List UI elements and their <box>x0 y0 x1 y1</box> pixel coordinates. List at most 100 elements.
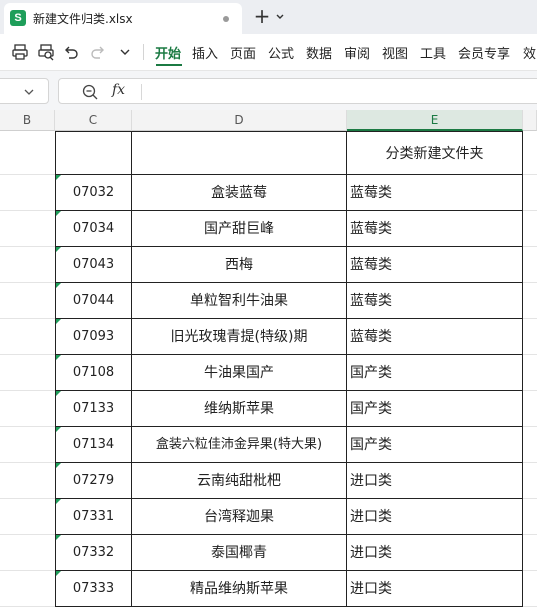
fx-icon[interactable]: fx <box>112 82 125 98</box>
cell-f[interactable] <box>523 427 537 463</box>
cell-f[interactable] <box>523 131 537 175</box>
tab-view[interactable]: 视图 <box>382 43 408 62</box>
cell-name[interactable]: 盒装六粒佳沛金异果(特大果) <box>132 427 347 463</box>
cell-name[interactable]: 维纳斯苹果 <box>132 391 347 427</box>
cell-f[interactable] <box>523 391 537 427</box>
more-chevron-icon[interactable] <box>116 43 134 61</box>
cell-name[interactable]: 泰国椰青 <box>132 535 347 571</box>
cell-b[interactable] <box>0 283 55 319</box>
table-row: 07133 维纳斯苹果 国产类 <box>0 391 537 427</box>
header-cell-category[interactable]: 分类新建文件夹 <box>347 131 523 175</box>
chevron-down-icon[interactable] <box>275 10 285 24</box>
print-preview-icon[interactable] <box>37 43 55 61</box>
tab-review[interactable]: 审阅 <box>344 43 370 62</box>
tab-tools[interactable]: 工具 <box>420 43 446 62</box>
zoom-icon[interactable] <box>81 83 99 101</box>
cell-code[interactable]: 07032 <box>55 175 132 211</box>
cell-b[interactable] <box>0 355 55 391</box>
name-box[interactable] <box>0 78 49 104</box>
cell-f[interactable] <box>523 175 537 211</box>
column-header-e[interactable]: E <box>347 110 523 131</box>
cell-category[interactable]: 进口类 <box>347 571 523 607</box>
cell-name[interactable]: 精品维纳斯苹果 <box>132 571 347 607</box>
cell-code[interactable]: 07043 <box>55 247 132 283</box>
unsaved-dot-icon[interactable] <box>223 16 229 22</box>
cell-code[interactable]: 07133 <box>55 391 132 427</box>
cell-f[interactable] <box>523 355 537 391</box>
header-cell-code[interactable] <box>55 131 132 175</box>
tab-efficiency[interactable]: 效 <box>523 43 536 62</box>
chevron-down-icon[interactable] <box>23 87 35 97</box>
active-tab-indicator <box>156 64 182 66</box>
cell-f[interactable] <box>523 319 537 355</box>
redo-icon[interactable] <box>89 43 107 61</box>
cell-b[interactable] <box>0 131 55 175</box>
column-header-c[interactable]: C <box>55 110 132 131</box>
tab-formula[interactable]: 公式 <box>268 43 294 62</box>
cell-name[interactable]: 云南纯甜枇杷 <box>132 463 347 499</box>
cell-b[interactable] <box>0 391 55 427</box>
cell-code[interactable]: 07279 <box>55 463 132 499</box>
cell-name[interactable]: 国产甜巨峰 <box>132 211 347 247</box>
cell-category[interactable]: 蓝莓类 <box>347 283 523 319</box>
tab-member[interactable]: 会员专享 <box>458 43 510 62</box>
cell-code[interactable]: 07331 <box>55 499 132 535</box>
cell-code[interactable]: 07044 <box>55 283 132 319</box>
cell-category[interactable]: 进口类 <box>347 463 523 499</box>
cell-b[interactable] <box>0 319 55 355</box>
cell-b[interactable] <box>0 571 55 607</box>
cell-category[interactable]: 蓝莓类 <box>347 211 523 247</box>
cell-b[interactable] <box>0 499 55 535</box>
cell-f[interactable] <box>523 247 537 283</box>
tab-start[interactable]: 开始 <box>155 43 181 62</box>
cell-code[interactable]: 07093 <box>55 319 132 355</box>
cell-b[interactable] <box>0 175 55 211</box>
table-row: 07331 台湾释迦果 进口类 <box>0 499 537 535</box>
cell-name[interactable]: 旧光玫瑰青提(特级)期 <box>132 319 347 355</box>
cell-category[interactable]: 进口类 <box>347 499 523 535</box>
header-cell-name[interactable] <box>132 131 347 175</box>
tab-data[interactable]: 数据 <box>306 43 332 62</box>
cell-b[interactable] <box>0 463 55 499</box>
cell-f[interactable] <box>523 463 537 499</box>
code-text: 07032 <box>72 185 115 200</box>
cell-b[interactable] <box>0 211 55 247</box>
cell-category[interactable]: 蓝莓类 <box>347 319 523 355</box>
cell-code[interactable]: 07333 <box>55 571 132 607</box>
cell-name[interactable]: 单粒智利牛油果 <box>132 283 347 319</box>
cell-name[interactable]: 牛油果国产 <box>132 355 347 391</box>
cell-code[interactable]: 07332 <box>55 535 132 571</box>
column-header-d[interactable]: D <box>132 110 347 131</box>
formula-input[interactable]: fx <box>58 78 537 104</box>
cell-category[interactable]: 国产类 <box>347 355 523 391</box>
tab-page[interactable]: 页面 <box>230 43 256 62</box>
print-icon[interactable] <box>11 43 29 61</box>
document-tab[interactable]: S 新建文件归类.xlsx <box>4 3 242 34</box>
cell-name[interactable]: 台湾释迦果 <box>132 499 347 535</box>
cell-category[interactable]: 蓝莓类 <box>347 175 523 211</box>
cell-name[interactable]: 西梅 <box>132 247 347 283</box>
cell-f[interactable] <box>523 499 537 535</box>
undo-icon[interactable] <box>62 43 80 61</box>
cell-category[interactable]: 国产类 <box>347 391 523 427</box>
cell-code[interactable]: 07034 <box>55 211 132 247</box>
cell-code[interactable]: 07108 <box>55 355 132 391</box>
cell-b[interactable] <box>0 427 55 463</box>
cell-category[interactable]: 进口类 <box>347 535 523 571</box>
cell-category[interactable]: 国产类 <box>347 427 523 463</box>
column-header-b[interactable]: B <box>0 110 55 131</box>
cell-name[interactable]: 盒装蓝莓 <box>132 175 347 211</box>
cell-f[interactable] <box>523 211 537 247</box>
column-header-f[interactable] <box>523 110 537 131</box>
tab-insert[interactable]: 插入 <box>192 43 218 62</box>
cell-f[interactable] <box>523 283 537 319</box>
code-text: 07034 <box>72 221 115 236</box>
cell-category[interactable]: 蓝莓类 <box>347 247 523 283</box>
cell-b[interactable] <box>0 247 55 283</box>
cell-f[interactable] <box>523 571 537 607</box>
table-row: 07032 盒装蓝莓 蓝莓类 <box>0 175 537 211</box>
cell-code[interactable]: 07134 <box>55 427 132 463</box>
plus-icon[interactable]: + <box>253 6 271 27</box>
cell-b[interactable] <box>0 535 55 571</box>
cell-f[interactable] <box>523 535 537 571</box>
